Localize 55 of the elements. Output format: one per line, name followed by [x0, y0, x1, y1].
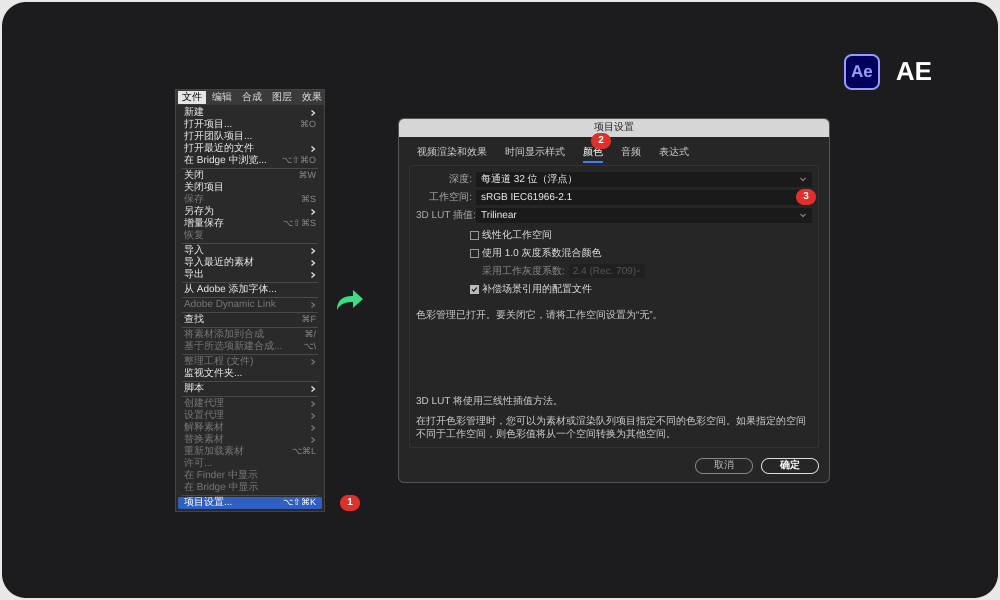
checkbox-label: 补偿场景引用的配置文件 — [482, 282, 592, 296]
menu-bar-item[interactable]: 编辑 — [208, 90, 236, 104]
field-label: 采用工作灰度系数: — [482, 264, 565, 278]
menu-item[interactable]: 关闭 ⌘W — [178, 170, 322, 182]
menu-bar-item[interactable]: 效果 — [298, 90, 326, 104]
menu-item[interactable]: 打开项目... ⌘O — [178, 118, 322, 130]
menu-item[interactable]: 新建 — [178, 106, 322, 118]
menu-item[interactable]: 另存为 — [178, 206, 322, 218]
brand-label: AE — [896, 55, 932, 88]
checkbox-label: 使用 1.0 灰度系数混合颜色 — [482, 246, 602, 260]
field-label: 工作空间: — [428, 190, 472, 204]
menu-item[interactable]: 增量保存 ⌥⇧⌘S — [178, 218, 322, 230]
dialog-title: 项目设置 — [399, 118, 829, 136]
settings-tab[interactable]: 时间显示样式 — [505, 144, 565, 162]
menu-item[interactable]: 脚本 — [178, 382, 322, 394]
submenu-chevron-icon — [310, 300, 316, 308]
settings-tab[interactable]: 表达式 — [659, 144, 689, 162]
dialog-button[interactable]: 取消 — [695, 458, 753, 474]
menu-item[interactable]: 打开最近的文件 — [178, 142, 322, 154]
submenu-chevron-icon — [310, 208, 316, 216]
checkbox[interactable] — [470, 284, 479, 294]
submenu-chevron-icon — [310, 358, 316, 366]
menu-item[interactable]: 导出 — [178, 268, 322, 280]
dropdown[interactable]: Trilinear — [476, 208, 812, 222]
menu-item[interactable]: 项目设置... ⌥⇧⌘K — [178, 496, 322, 508]
menu-item[interactable]: 导入 — [178, 244, 322, 256]
note-text: 在打开色彩管理时，您可以为素材或渲染队列项目指定不同的色彩空间。如果指定的空间不同于工作空间，则色彩值将从一个空间转换为其他空间。 — [416, 414, 807, 440]
status-text: 色彩管理已打开。要关闭它，请将工作空间设置为“无”。 — [416, 308, 664, 322]
checkbox-label: 线性化工作空间 — [482, 228, 552, 242]
submenu-chevron-icon — [310, 144, 316, 152]
menu-bar-item[interactable]: 合成 — [238, 90, 266, 104]
menu-item[interactable]: 导入最近的素材 — [178, 256, 322, 268]
chevron-down-icon — [799, 211, 807, 219]
menu-item[interactable]: 监视文件夹... — [178, 368, 322, 380]
menu-item[interactable]: 在 Bridge 中浏览... ⌥⇧⌘O — [178, 154, 322, 166]
note-text: 3D LUT 将使用三线性插值方法。 — [416, 394, 564, 408]
dialog-button[interactable]: 确定 — [761, 458, 819, 474]
menu-bar-item[interactable]: 图层 — [268, 90, 296, 104]
checkbox[interactable] — [470, 248, 479, 258]
chevron-down-icon — [799, 175, 807, 183]
menu-item[interactable]: 打开团队项目... — [178, 130, 322, 142]
menu-bar-item[interactable]: 文件 — [178, 90, 206, 104]
field-label: 深度: — [448, 172, 472, 186]
menu-item[interactable]: 关闭项目 — [178, 182, 322, 194]
settings-tab[interactable]: 音频 — [621, 144, 641, 162]
logo-icon: Ae — [844, 54, 880, 90]
arrow-icon — [335, 288, 365, 312]
checkbox[interactable] — [470, 230, 479, 240]
submenu-chevron-icon — [310, 108, 316, 116]
step-badge: 3 — [796, 188, 816, 204]
menu-item[interactable]: 查找 ⌘F — [178, 314, 322, 326]
step-badge: 1 — [340, 494, 360, 510]
dropdown[interactable]: 每通道 32 位（浮点） — [476, 172, 812, 186]
menu-item[interactable]: 从 Adobe 添加字体... — [178, 284, 322, 296]
settings-tab[interactable]: 视频渲染和效果 — [417, 144, 487, 162]
